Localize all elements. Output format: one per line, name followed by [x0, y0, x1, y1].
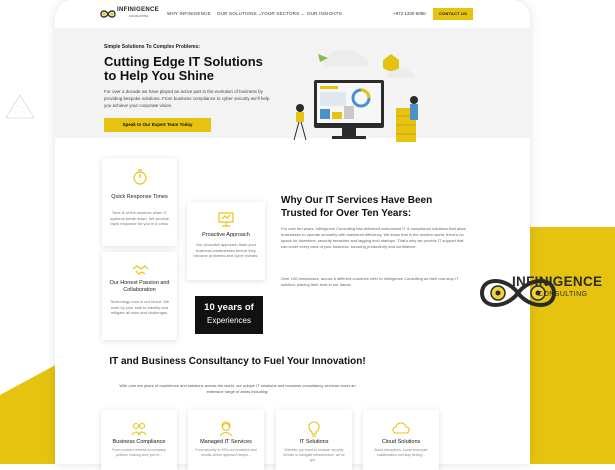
experience-badge: 10 years of Experiences — [195, 296, 263, 334]
service-card-cloud-solutions[interactable]: Cloud Solutions Avoid disruptions, boost… — [363, 410, 439, 470]
nav-item-sectors[interactable]: YOUR SECTORS ⌄ — [261, 11, 305, 17]
why-paragraph-2: Over 100 businesses, across 6 different … — [281, 276, 459, 287]
feature-description: Time is of the essence when IT systems b… — [110, 210, 169, 226]
feature-description: Our proactive approach finds your busine… — [193, 242, 259, 258]
services-section-title: IT and Business Consultancy to Fuel Your… — [109, 356, 366, 367]
brand-name: INFINIGENCE — [512, 274, 603, 289]
experience-label: Experiences — [206, 316, 252, 325]
service-title: Managed IT Services — [200, 439, 252, 445]
presentation-icon — [218, 212, 234, 227]
speak-to-expert-button[interactable]: Speak to Our Expert Team Today — [104, 118, 211, 132]
nav-item-solutions[interactable]: OUR SOLUTIONS ⌄ — [217, 11, 262, 17]
top-navigation: INFINIGENCE CONSULTING WHY INFINIGENCE O… — [55, 0, 530, 28]
logo-icon — [100, 10, 116, 18]
service-card-it-solutions[interactable]: IT Solutions Whether you need to conquer… — [276, 410, 352, 470]
feature-title: Proactive Approach — [202, 232, 250, 238]
support-agent-icon — [219, 421, 233, 437]
feature-card-passion: Our Honest Passion and Collaboration Tec… — [102, 252, 177, 340]
service-card-business-compliance[interactable]: Business Compliance From contract review… — [101, 410, 177, 470]
lightbulb-icon — [308, 421, 320, 437]
brand-subtitle: CONSULTING — [538, 291, 588, 298]
nav-item-insights[interactable]: OUR INSIGHTS — [307, 11, 342, 16]
feature-description: Technology runs in our blood. We work by… — [109, 299, 170, 315]
service-title: Cloud Solutions — [381, 439, 421, 445]
brand-badge: INFINIGENCE CONSULTING — [476, 227, 615, 464]
logo-subtext: CONSULTING — [129, 14, 149, 18]
hero-tagline: Simple Solutions To Complex Problems: — [104, 44, 201, 50]
service-description: Whether you need to conquer security thr… — [283, 448, 345, 462]
logo-text: INFINIGENCE — [117, 7, 159, 13]
hero-title: Cutting Edge IT Solutions to Help You Sh… — [104, 54, 263, 83]
feature-title: Quick Response Times — [111, 194, 168, 200]
service-title: IT Solutions — [299, 439, 329, 445]
why-section-title: Why Our IT Services Have Been Trusted fo… — [281, 195, 433, 219]
experience-years: 10 years of — [204, 302, 254, 313]
service-card-managed-it[interactable]: Managed IT Services From security to 99%… — [188, 410, 264, 470]
feature-card-quick-response: Quick Response Times Time is of the esse… — [102, 158, 177, 246]
service-title: Business Compliance — [112, 439, 166, 445]
hero-illustration — [293, 49, 418, 142]
phone-number[interactable]: +972 1330 6090 — [393, 11, 426, 16]
why-paragraph-1: For over ten years, Infinigence Consulti… — [281, 226, 466, 249]
service-description: Avoid disruptions, boost employee collab… — [374, 448, 428, 457]
site-logo[interactable]: INFINIGENCE CONSULTING — [99, 7, 159, 21]
people-icon — [131, 422, 147, 436]
services-section-description: With over ten years of experience and so… — [119, 383, 356, 394]
hero-description: For over a decade we have played an acti… — [104, 89, 270, 108]
handshake-icon — [132, 265, 148, 275]
nav-item-why[interactable]: WHY INFINIGENCE — [167, 11, 211, 16]
feature-card-proactive: Proactive Approach Our proactive approac… — [187, 202, 265, 280]
feature-title: Our Honest Passion and Collaboration — [109, 280, 170, 293]
stopwatch-icon — [132, 169, 147, 185]
cloud-icon — [392, 422, 410, 434]
service-description: From contract reviews to company policie… — [112, 448, 166, 457]
service-description: From security to 99% our proactive and r… — [195, 448, 257, 457]
contact-us-button[interactable]: CONTACT US — [433, 8, 473, 20]
